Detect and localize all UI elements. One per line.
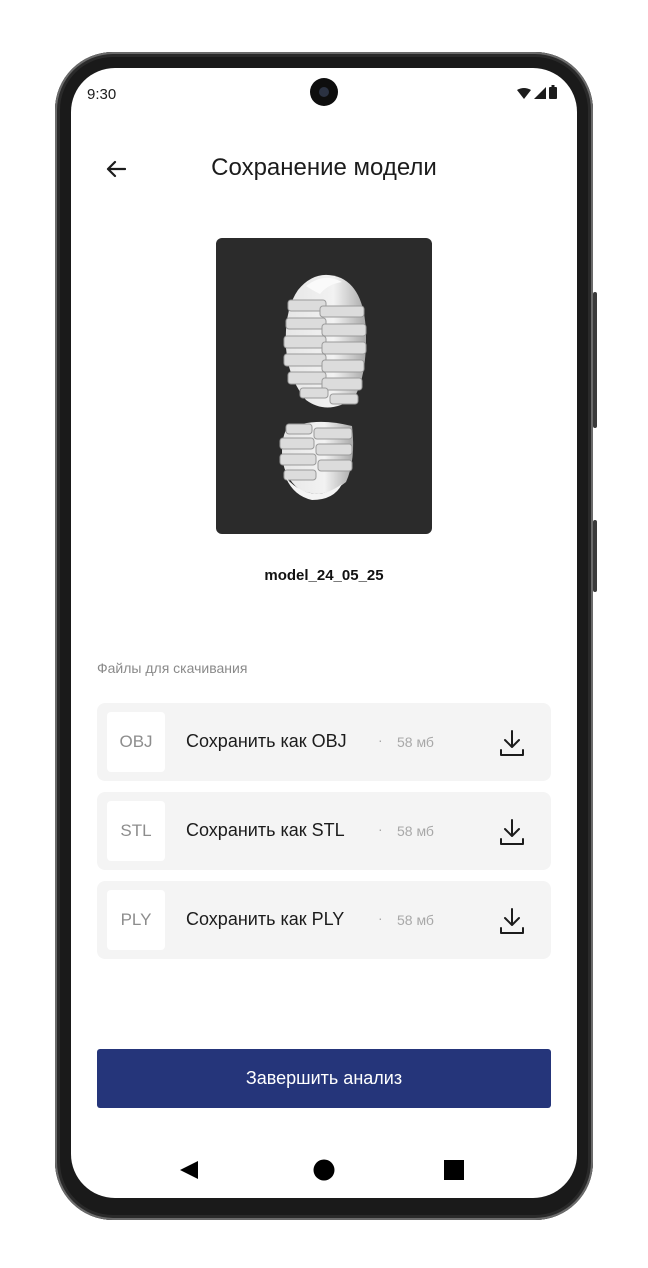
file-row-label: Сохранить как PLY: [186, 909, 345, 929]
wifi-icon: [517, 88, 531, 99]
shoe-sole-model: [279, 274, 367, 500]
separator-dot: ·: [378, 910, 383, 926]
battery-icon: [549, 85, 557, 99]
file-row-stl[interactable]: STL Сохранить как STL · 58 мб: [97, 792, 551, 870]
front-camera: [310, 78, 338, 106]
finish-analysis-button[interactable]: Завершить анализ: [97, 1049, 551, 1108]
file-size: 58 мб: [397, 823, 434, 839]
file-size: 58 мб: [397, 912, 434, 928]
recents-square-icon: [444, 1160, 464, 1180]
format-badge: OBJ: [107, 712, 165, 772]
file-row-label: Сохранить как OBJ: [186, 731, 347, 751]
signal-icon: [534, 87, 546, 99]
format-badge: STL: [107, 801, 165, 861]
page-title: Сохранение модели: [211, 154, 437, 181]
home-circle-icon: [313, 1159, 335, 1181]
status-icons: [517, 85, 557, 99]
screen: 9:30 Сохранение модели model_24_05_25 Фа…: [71, 68, 577, 1198]
format-badge: PLY: [107, 890, 165, 950]
file-row-obj[interactable]: OBJ Сохранить как OBJ · 58 мб: [97, 703, 551, 781]
back-triangle-icon: [180, 1161, 198, 1179]
download-icon[interactable]: [498, 728, 526, 758]
nav-home-button[interactable]: [312, 1156, 336, 1184]
download-icon[interactable]: [498, 817, 526, 847]
status-time: 9:30: [87, 86, 117, 103]
download-icon[interactable]: [498, 906, 526, 936]
nav-back-button[interactable]: [177, 1156, 201, 1184]
nav-recents-button[interactable]: [442, 1156, 466, 1184]
separator-dot: ·: [378, 732, 383, 748]
file-size: 58 мб: [397, 734, 434, 750]
files-section-label: Файлы для скачивания: [97, 660, 248, 676]
model-name: model_24_05_25: [264, 567, 384, 584]
file-row-ply[interactable]: PLY Сохранить как PLY · 58 мб: [97, 881, 551, 959]
file-row-label: Сохранить как STL: [186, 820, 345, 840]
power-button: [593, 292, 597, 428]
volume-button: [593, 520, 597, 592]
model-preview-image: [216, 238, 432, 534]
separator-dot: ·: [378, 821, 383, 837]
